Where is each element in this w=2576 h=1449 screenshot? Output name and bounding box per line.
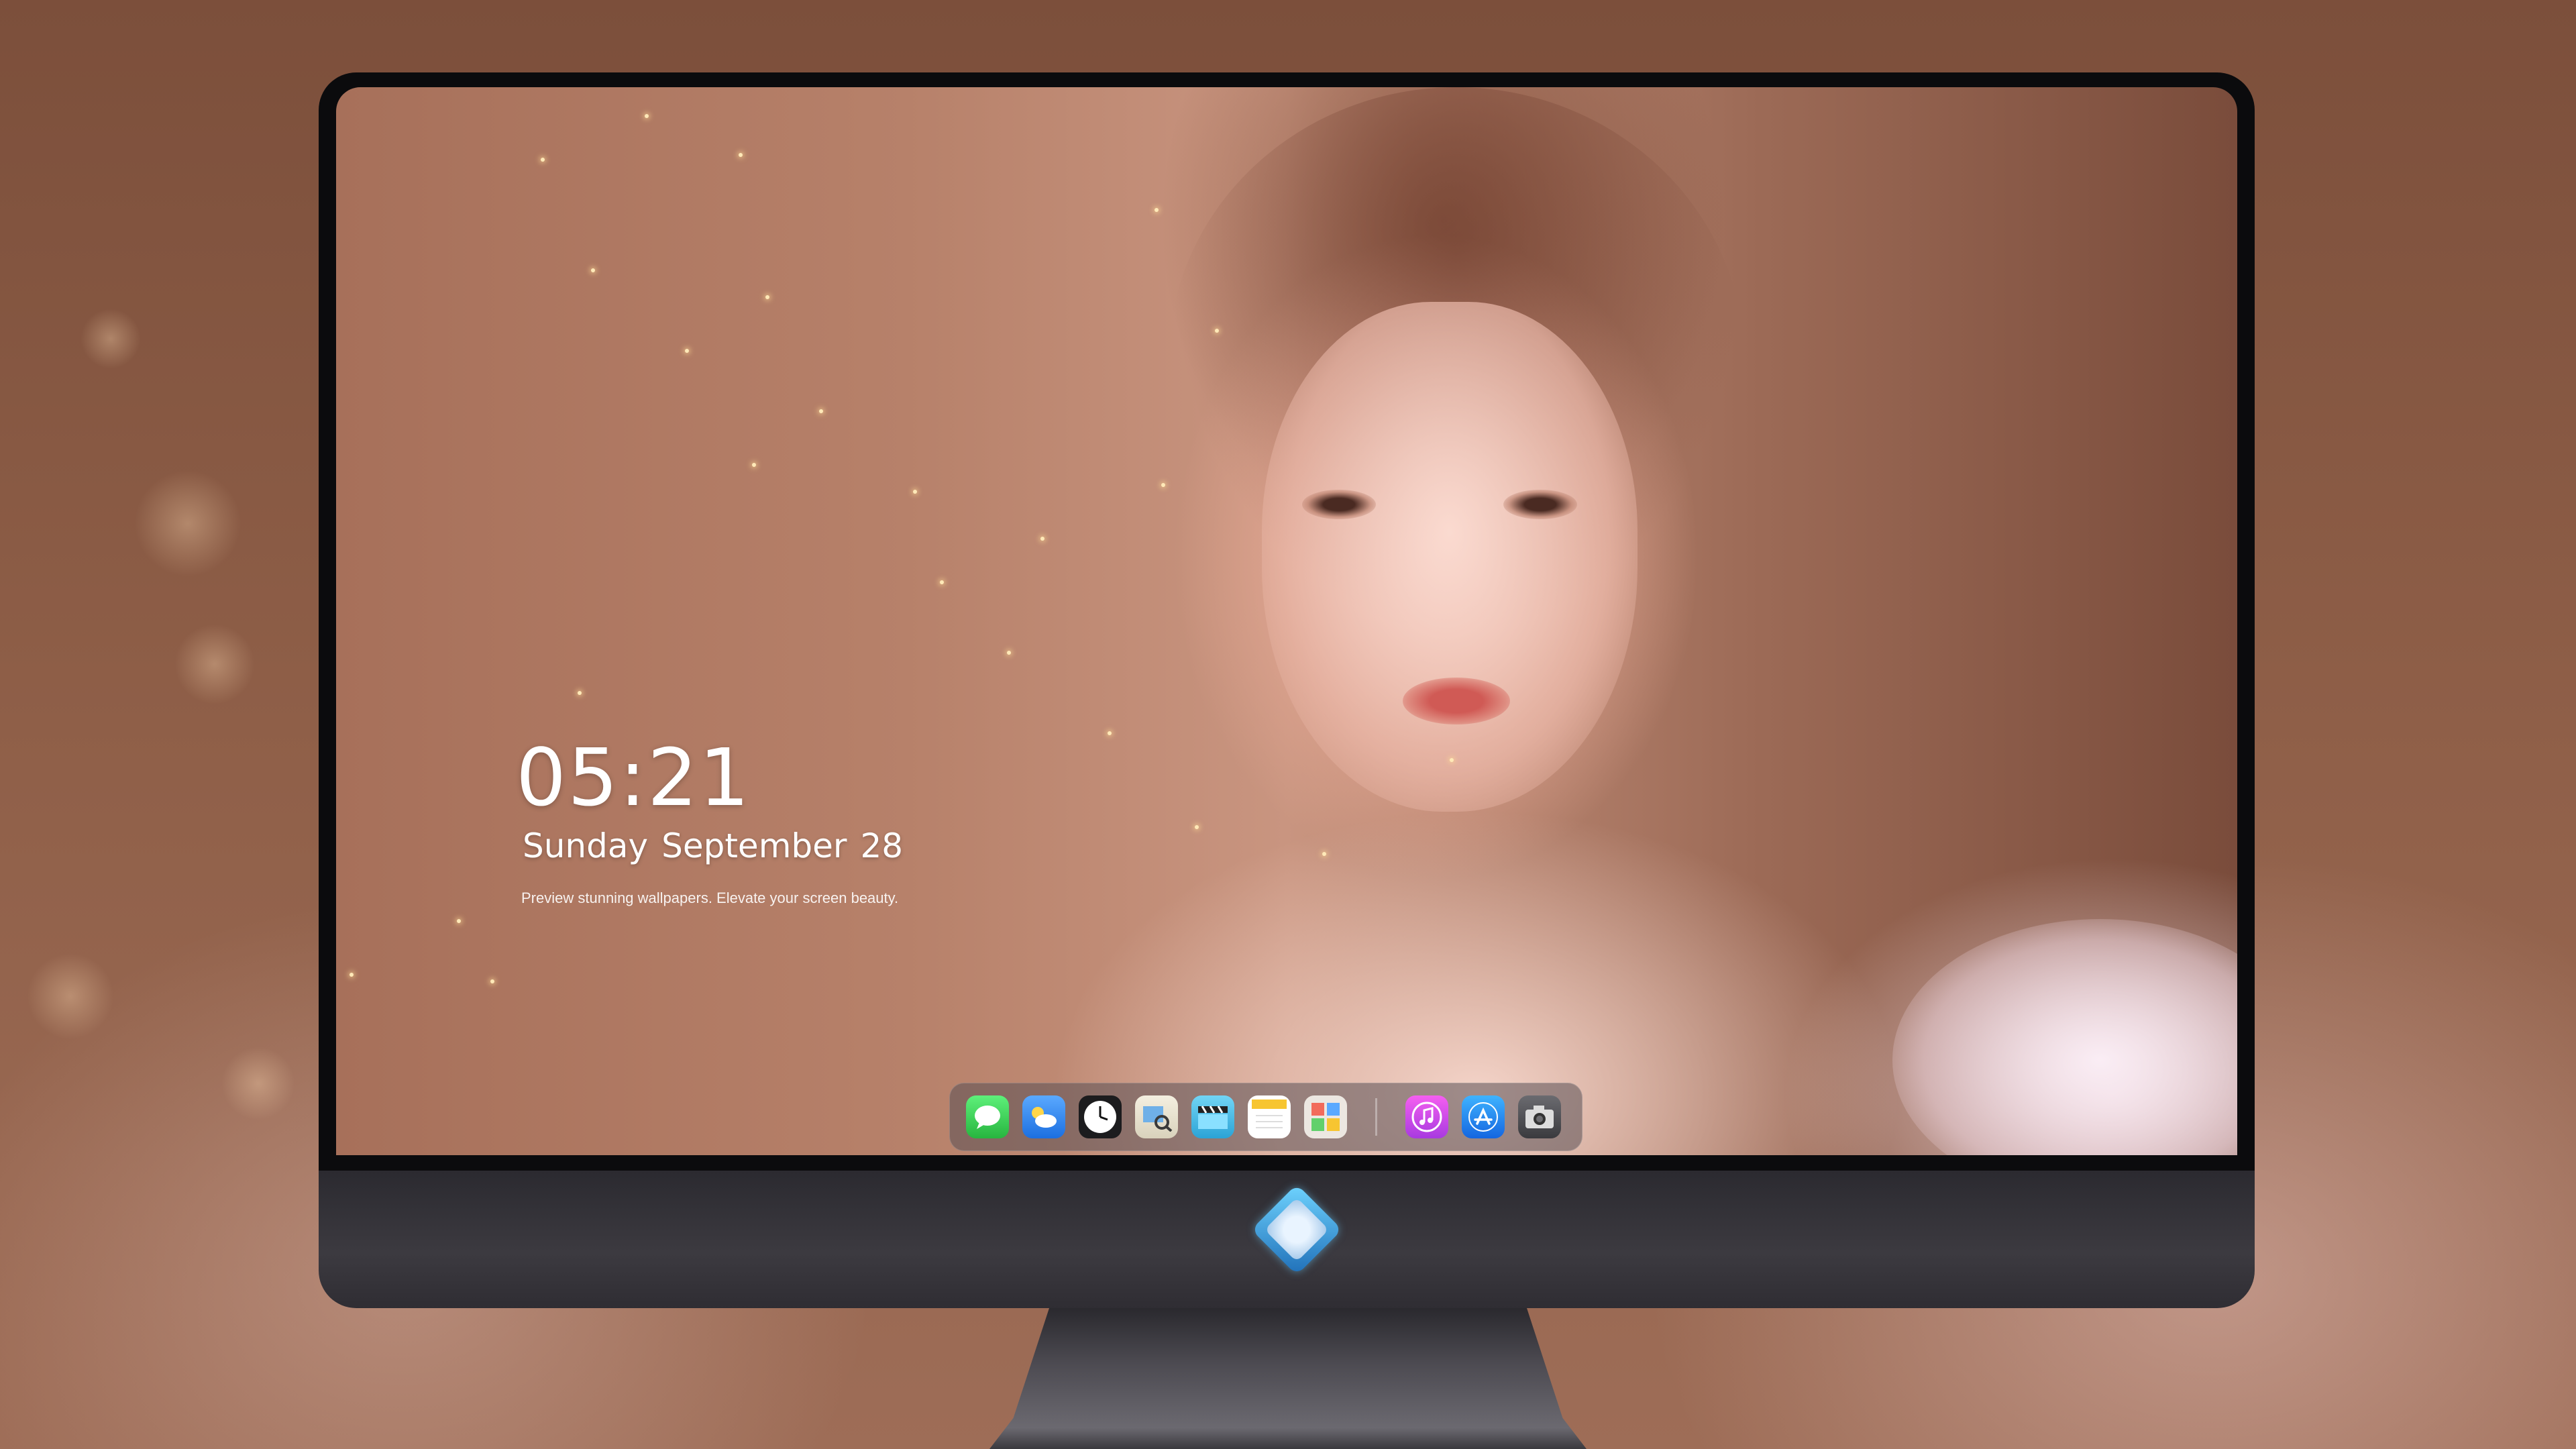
notes-icon[interactable] <box>1248 1095 1291 1138</box>
sparkle <box>739 153 743 157</box>
sparkle <box>1215 329 1219 333</box>
logo-mascot-face <box>1264 1197 1330 1263</box>
bokeh-light <box>134 470 241 577</box>
sparkle <box>685 349 689 353</box>
wallpaper-eye-right <box>1503 490 1577 519</box>
sparkle <box>765 295 769 299</box>
monitor: 05:21 Sunday September 28 Preview stunning… <box>319 72 2255 1308</box>
bokeh-light <box>80 309 141 369</box>
bokeh-light <box>27 953 114 1040</box>
dock-separator <box>1375 1098 1377 1136</box>
preview-icon[interactable] <box>1135 1095 1178 1138</box>
sparkle <box>1195 825 1199 829</box>
sparkle <box>913 490 917 494</box>
monitor-bezel: 05:21 Sunday September 28 Preview stunning… <box>319 72 2255 1171</box>
itunes-music-icon[interactable] <box>1405 1095 1448 1138</box>
sparkle <box>1108 731 1112 735</box>
wallpaper-portrait <box>1262 302 1638 812</box>
sparkle <box>1155 208 1159 212</box>
monitor-chin <box>319 1171 2255 1308</box>
messages-icon[interactable] <box>966 1095 1009 1138</box>
lock-screen-clock: 05:21 <box>516 731 751 824</box>
date-day: 28 <box>860 826 904 865</box>
app-store-icon[interactable] <box>1462 1095 1505 1138</box>
sparkle <box>350 973 354 977</box>
sparkle <box>457 919 461 923</box>
diamond-mascot-logo-icon <box>1251 1184 1342 1275</box>
date-weekday: Sunday <box>523 826 649 865</box>
wallpaper-eye-left <box>1302 490 1376 519</box>
monitor-stand <box>989 1308 1587 1449</box>
sparkle <box>940 580 944 584</box>
lock-screen-tagline: Preview stunning wallpapers. Elevate you… <box>521 890 899 906</box>
sparkle <box>490 979 494 983</box>
sparkle <box>752 463 756 467</box>
sparkle <box>1322 852 1326 856</box>
sparkle <box>591 268 595 272</box>
weather-icon[interactable] <box>1022 1095 1065 1138</box>
wallpaper-lips <box>1403 678 1510 724</box>
wallpaper-fur-stole <box>1892 919 2237 1155</box>
video-editor-icon[interactable] <box>1191 1095 1234 1138</box>
photo-booth-icon[interactable] <box>1304 1095 1347 1138</box>
sparkle <box>1450 758 1454 762</box>
sparkle <box>645 114 649 118</box>
sparkle <box>1161 483 1165 487</box>
bokeh-light <box>221 1046 295 1120</box>
lock-screen[interactable]: 05:21 Sunday September 28 Preview stunning… <box>336 87 2237 1155</box>
clock-icon[interactable] <box>1079 1095 1122 1138</box>
camera-icon[interactable] <box>1518 1095 1561 1138</box>
sparkle <box>1007 651 1011 655</box>
date-month: September <box>661 826 847 865</box>
lock-screen-date: Sunday September 28 <box>523 826 916 865</box>
sparkle <box>541 158 545 162</box>
sparkle <box>578 691 582 695</box>
sparkle <box>819 409 823 413</box>
dock <box>949 1083 1582 1151</box>
bokeh-light <box>174 624 255 704</box>
sparkle <box>1040 537 1044 541</box>
